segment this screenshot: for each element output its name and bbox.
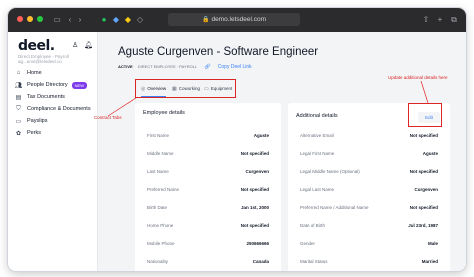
tabs-annotation-line <box>107 97 137 117</box>
edit-annotation-line <box>420 80 429 104</box>
annotation-lines <box>107 80 429 117</box>
browser-window: ▭ ‹ › ● ◆ ◆ ◇ 🔒 demo.letsdeel.com ⇧ + ⧉ d… <box>8 8 466 271</box>
tabs-annotation-text: Contract Tabs <box>94 115 122 120</box>
